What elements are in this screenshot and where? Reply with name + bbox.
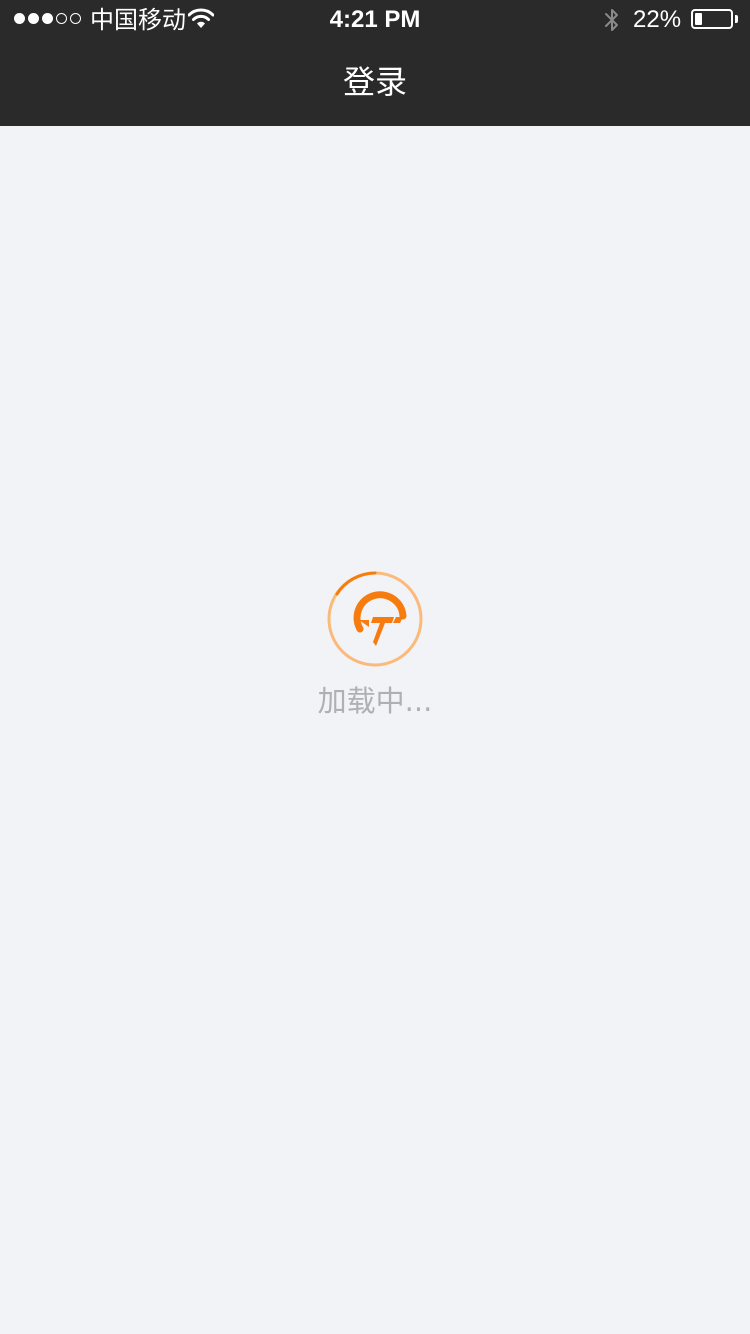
bluetooth-icon	[605, 9, 618, 31]
navigation-bar: 登录	[0, 40, 750, 126]
brand-logo-icon	[353, 591, 407, 646]
spinner-arc	[335, 571, 377, 596]
top-bar: 中国移动 4:21 PM 22% 登录	[0, 0, 750, 126]
battery-terminal	[735, 15, 738, 23]
login-screen: 中国移动 4:21 PM 22% 登录 加载中...	[0, 0, 750, 1334]
battery-level-fill	[695, 13, 702, 25]
loading-spinner	[327, 571, 423, 667]
battery-icon	[691, 9, 733, 29]
page-title: 登录	[342, 63, 407, 101]
battery-percentage: 22%	[633, 6, 682, 33]
loading-label: 加载中...	[317, 684, 433, 718]
status-bar: 中国移动 4:21 PM 22%	[0, 0, 750, 40]
